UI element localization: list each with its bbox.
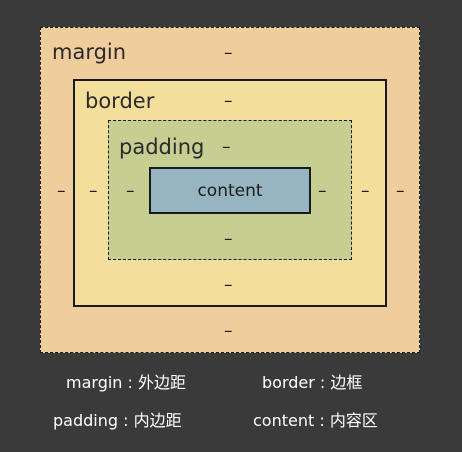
padding-right-value: – [318, 181, 327, 201]
legend-padding: padding : 内边距 [53, 411, 182, 430]
border-top-value: – [224, 91, 233, 111]
content-label: content [197, 180, 263, 201]
border-bottom-value: – [224, 275, 233, 295]
border-left-value: – [89, 181, 98, 201]
margin-right-value: – [396, 181, 405, 201]
padding-label: padding [119, 135, 205, 159]
margin-left-value: – [57, 181, 66, 201]
padding-bottom-value: – [224, 229, 233, 249]
margin-top-value: – [224, 43, 233, 63]
border-label: border [85, 89, 155, 113]
border-right-value: – [361, 181, 370, 201]
padding-left-value: – [126, 181, 135, 201]
margin-bottom-value: – [224, 321, 233, 341]
legend-margin: margin : 外边距 [66, 373, 186, 392]
legend-content: content : 内容区 [253, 411, 378, 430]
margin-label: margin [52, 40, 127, 64]
padding-top-value: – [222, 137, 231, 157]
legend-border: border : 边框 [262, 373, 363, 392]
